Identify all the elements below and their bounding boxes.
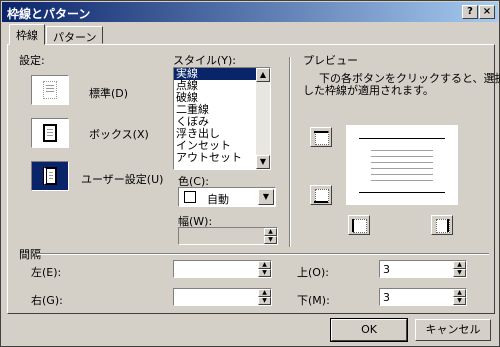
preset-custom-label[interactable]: ユーザー設定(U) [81,171,163,187]
style-label: スタイル(Y): [173,54,237,67]
tab-pattern[interactable]: パターン [46,26,104,44]
spin-up-icon[interactable]: ▲ [258,289,271,297]
right-spinner[interactable]: ▲ ▼ [173,288,272,306]
width-spinner[interactable]: ▲ ▼ [178,227,278,245]
preview-top-border [359,138,445,139]
preset-custom-icon[interactable] [31,161,69,191]
border-left-button[interactable] [348,215,370,235]
spin-up-icon[interactable]: ▲ [258,261,271,269]
top-spinner[interactable]: 3 ▲ ▼ [379,260,467,278]
spin-down-icon[interactable]: ▼ [453,297,466,305]
settings-label: 設定: [19,54,45,67]
spin-up-icon[interactable]: ▲ [453,289,466,297]
spin-down-icon[interactable]: ▼ [264,236,277,244]
style-listbox[interactable]: 実線 点線 破線 二重線 くぼみ 浮き出し インセット アウトセット ▲ ▼ [173,67,271,170]
spin-up-icon[interactable]: ▲ [453,261,466,269]
cancel-button[interactable]: キャンセル [415,319,491,341]
chevron-down-icon[interactable]: ▼ [258,189,274,205]
preset-box-icon[interactable] [31,118,69,148]
spin-down-icon[interactable]: ▼ [258,297,271,305]
help-button[interactable]: ? [462,5,478,19]
scroll-down-icon[interactable]: ▼ [256,155,270,169]
preset-standard-label[interactable]: 標準(D) [89,85,128,101]
close-button[interactable]: × [479,5,495,19]
title-bar[interactable]: 枠線とパターン ? × [2,2,498,22]
border-preview [346,125,458,205]
spin-up-icon[interactable]: ▲ [264,228,277,236]
spin-down-icon[interactable]: ▼ [258,269,271,277]
scroll-up-icon[interactable]: ▲ [256,68,270,82]
left-spinner[interactable]: ▲ ▼ [173,260,272,278]
right-label: 右(G): [31,294,63,307]
preset-box-label[interactable]: ボックス(X) [89,126,149,142]
preview-hint-line2: した枠線が適用されます。 [303,84,434,97]
color-dropdown[interactable]: 自動 ▼ [178,187,276,207]
border-pattern-dialog: 枠線とパターン ? × 枠線 パターン 設定: 標準(D) ボックス(X) ユー… [0,0,500,347]
bottom-spinner[interactable]: 3 ▲ ▼ [379,288,467,306]
spacing-divider [37,253,489,255]
style-scrollbar[interactable]: ▲ ▼ [256,68,270,169]
vertical-divider [289,57,291,247]
border-right-button[interactable] [431,215,453,235]
preset-standard-icon[interactable] [31,75,69,105]
spin-down-icon[interactable]: ▼ [453,269,466,277]
top-label: 上(O): [297,266,329,279]
dialog-title: 枠線とパターン [7,7,91,21]
left-label: 左(E): [31,266,62,279]
ok-button[interactable]: OK [330,318,408,342]
border-bottom-button[interactable] [310,185,332,205]
tab-borders[interactable]: 枠線 [9,24,45,45]
preview-bottom-border [359,192,445,193]
preview-label: プレビュー [303,54,358,67]
color-swatch [184,191,196,203]
color-value: 自動 [207,193,229,206]
bottom-label: 下(M): [297,294,330,307]
border-top-button[interactable] [310,127,332,147]
